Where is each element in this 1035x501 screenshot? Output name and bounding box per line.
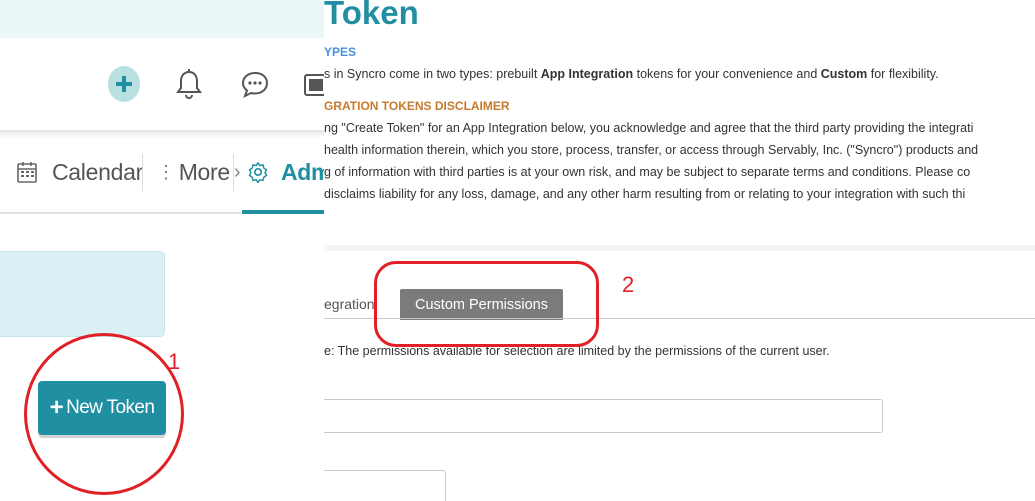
disclaimer-line: ng "Create Token" for an App Integration… [324,121,974,135]
nav-item-calendar[interactable]: Calendar [16,152,143,192]
bell-icon[interactable] [175,66,203,102]
cropped-toolbar-icon[interactable] [300,67,324,101]
top-strip [0,0,324,38]
annotation-label-1: 1 [168,349,181,374]
chat-icon[interactable] [240,67,270,101]
token-types-text: s in Syncro come in two types: prebuilt … [324,67,939,81]
disclaimer-line: g of information with third parties is a… [324,165,971,179]
nav-item-more[interactable]: ⋮ More › [157,152,241,192]
tab-app-integration[interactable]: egration [324,296,375,312]
token-types-heading: YPES [324,45,357,59]
calendar-icon [17,162,37,183]
plus-circle-icon[interactable] [108,66,140,102]
page-title: Token [324,0,419,31]
info-banner [0,251,165,337]
active-nav-underline [242,210,324,214]
token-page: Token YPES s in Syncro come in two types… [324,0,1035,501]
annotation-circle-1 [24,333,184,495]
nav-item-admin[interactable]: Admi [247,152,324,192]
disclaimer-line: health information therein, which you st… [324,143,979,157]
nav-calendar-label: Calendar [52,158,143,185]
vertical-dots-icon: ⋮ [157,161,175,182]
nav-admin-label: Admi [281,158,324,185]
token-name-input[interactable] [324,399,883,433]
annotation-label-2: 2 [622,272,635,297]
token-option-input[interactable] [324,470,446,501]
nav-more-label: More [178,158,231,185]
top-toolbar [0,38,324,130]
disclaimer-heading: GRATION TOKENS DISCLAIMER [324,99,510,113]
annotation-circle-2 [374,261,599,347]
gear-icon [248,162,268,183]
chevron-right-icon: › [233,160,241,183]
disclaimer-line: disclaims liability for any loss, damage… [324,187,966,201]
